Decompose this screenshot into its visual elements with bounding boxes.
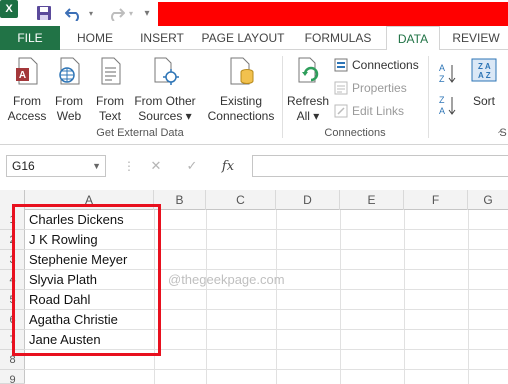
group-label-get-external-data: Get External Data	[96, 127, 184, 139]
sort-button[interactable]: Z AA Z Sort	[464, 56, 504, 109]
quick-access-toolbar: X ▾ ▾ ▾	[0, 0, 508, 26]
from-access-button[interactable]: A From Access	[4, 56, 50, 124]
svg-text:A: A	[439, 106, 445, 116]
from-web-label-1: From	[55, 94, 83, 108]
sort-za-button[interactable]: ZA	[438, 94, 458, 116]
tab-home[interactable]: HOME	[66, 26, 124, 50]
sort-label: Sort	[472, 94, 495, 108]
from-text-label-2: Text	[98, 109, 121, 123]
tab-review[interactable]: REVIEW	[446, 26, 506, 50]
svg-text:Z A: Z A	[478, 62, 491, 71]
grid-line	[404, 210, 405, 384]
insert-function-icon[interactable]: fx	[210, 159, 246, 174]
column-header[interactable]: B	[154, 190, 206, 210]
edit-links-icon	[334, 104, 348, 118]
column-header[interactable]: C	[206, 190, 276, 210]
formula-input[interactable]	[252, 155, 508, 177]
from-other-sources-button[interactable]: From Other Sources ▾	[130, 56, 200, 124]
svg-text:Z: Z	[439, 95, 445, 105]
properties-label: Properties	[352, 81, 407, 95]
ribbon-tabs: FILE HOME INSERT PAGE LAYOUT FORMULAS DA…	[0, 26, 508, 51]
highlight-box	[12, 204, 161, 356]
refresh-all-label-1: Refresh	[286, 94, 330, 108]
connections-button[interactable]: Connections	[334, 58, 419, 72]
tab-formulas[interactable]: FORMULAS	[296, 26, 380, 50]
connections-label: Connections	[352, 58, 419, 72]
enter-icon[interactable]: ✓	[174, 158, 210, 174]
connections-icon	[334, 58, 348, 72]
from-text-button[interactable]: From Text	[92, 56, 128, 124]
tab-insert[interactable]: INSERT	[130, 26, 194, 50]
from-other-sources-label-2: Sources ▾	[138, 109, 192, 123]
ribbon: A From Access From Web From Text From Ot…	[0, 50, 508, 145]
existing-connections-icon	[230, 57, 254, 85]
column-header[interactable]: E	[340, 190, 404, 210]
formula-buttons: ✕ ✓ fx	[138, 155, 248, 177]
tab-file[interactable]: FILE	[0, 26, 60, 50]
watermark: @thegeekpage.com	[168, 272, 285, 287]
from-text-label-1: From	[96, 94, 124, 108]
save-icon[interactable]	[34, 3, 54, 23]
text-file-icon	[101, 57, 121, 85]
column-header[interactable]: G	[468, 190, 508, 210]
grid-line	[25, 369, 508, 370]
sort-az-button[interactable]: AZ	[438, 62, 458, 84]
grid-line	[276, 210, 277, 384]
drag-handle-icon[interactable]: ⋮	[123, 159, 135, 173]
refresh-icon	[298, 57, 319, 83]
chevron-down-icon[interactable]: ▼	[92, 156, 101, 176]
name-box[interactable]: G16 ▼	[6, 155, 106, 177]
sort-ascending-icon: AZ	[439, 63, 456, 84]
from-other-sources-label-1: From Other	[134, 94, 196, 108]
from-web-button[interactable]: From Web	[50, 56, 88, 124]
edit-links-button[interactable]: Edit Links	[334, 104, 404, 118]
excel-logo-icon: X	[0, 0, 18, 18]
refresh-all-label-2: All ▾	[296, 109, 320, 123]
group-label-connections: Connections	[324, 127, 386, 139]
redacted-title-bar	[158, 2, 508, 26]
other-sources-icon	[154, 57, 179, 85]
from-web-label-2: Web	[56, 109, 82, 123]
grid-line	[340, 210, 341, 384]
existing-connections-button[interactable]: Existing Connections	[204, 56, 278, 124]
undo-dropdown-icon[interactable]: ▾	[86, 3, 96, 23]
redo-icon[interactable]	[106, 3, 126, 23]
group-separator	[428, 56, 429, 138]
tab-page-layout[interactable]: PAGE LAYOUT	[198, 26, 288, 50]
access-icon: A	[16, 57, 38, 85]
existing-connections-label-1: Existing	[219, 94, 263, 108]
sort-icon: Z AA Z	[471, 58, 497, 82]
redo-dropdown-icon[interactable]: ▾	[126, 3, 136, 23]
from-access-label-2: Access	[7, 109, 47, 123]
svg-text:Z: Z	[439, 74, 445, 84]
undo-icon[interactable]	[64, 3, 84, 23]
properties-button[interactable]: Properties	[334, 81, 407, 95]
existing-connections-label-2: Connections	[207, 109, 275, 123]
grid-line	[468, 210, 469, 384]
column-header[interactable]: F	[404, 190, 468, 210]
svg-text:A Z: A Z	[478, 71, 491, 80]
name-box-value: G16	[12, 159, 35, 173]
refresh-all-button[interactable]: Refresh All ▾	[286, 56, 330, 124]
web-icon	[59, 57, 80, 85]
cancel-icon[interactable]: ✕	[138, 158, 174, 174]
edit-links-label: Edit Links	[352, 104, 405, 118]
column-header[interactable]: D	[276, 190, 340, 210]
sort-descending-icon: ZA	[439, 95, 456, 116]
svg-text:A: A	[19, 70, 26, 81]
tab-data[interactable]: DATA	[386, 26, 440, 51]
svg-text:A: A	[439, 63, 445, 73]
properties-icon	[334, 81, 348, 95]
formula-bar: G16 ▼ ⋮ ✕ ✓ fx	[0, 145, 508, 190]
from-access-label-1: From	[13, 94, 41, 108]
grid-line	[206, 210, 207, 384]
group-separator	[282, 56, 283, 138]
row-header[interactable]: 9	[0, 370, 25, 384]
customize-toolbar-icon[interactable]: ▾	[140, 3, 154, 23]
ribbon-collapse-icon[interactable]: ⌃	[496, 130, 504, 141]
